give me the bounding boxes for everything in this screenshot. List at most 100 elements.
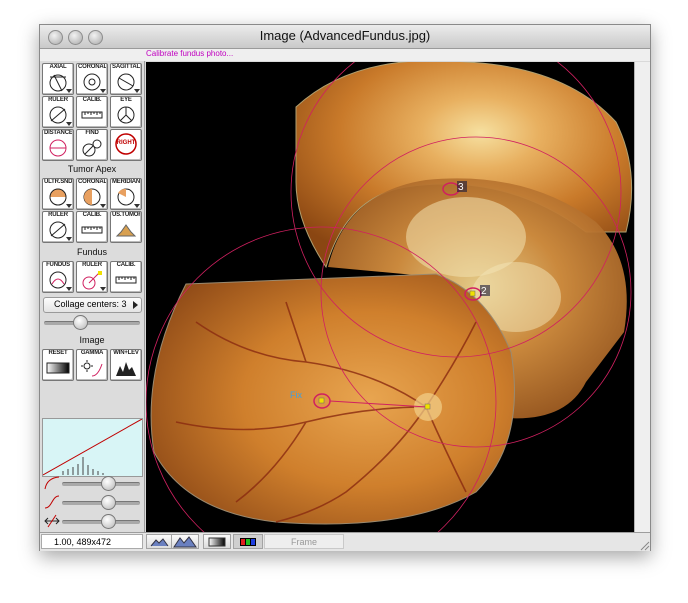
tumor-calib-tool-button[interactable]: CALIB. — [76, 211, 108, 243]
color-channels-button[interactable] — [233, 534, 263, 549]
ruler-tool-button[interactable]: RULER — [42, 96, 74, 128]
find-label: FIND — [85, 130, 99, 136]
dropdown-triangle-icon — [66, 287, 72, 291]
fundus-heading: Fundus — [76, 247, 108, 257]
contrast-slider-knob[interactable] — [101, 495, 116, 510]
tumor-coronal-tool-button[interactable]: CORONAL — [76, 178, 108, 210]
dropdown-triangle-icon — [66, 89, 72, 93]
dropdown-triangle-icon — [100, 89, 106, 93]
marker-3-label: 3 — [458, 182, 464, 193]
resize-grip-icon[interactable] — [638, 539, 650, 551]
dropdown-triangle-icon — [66, 204, 72, 208]
collage-centers-popup[interactable]: Collage centers: 3 — [43, 297, 142, 313]
eye-icon — [117, 106, 135, 124]
distance-icon — [49, 139, 67, 157]
reset-tool-button[interactable]: RESET — [42, 349, 74, 381]
sagittal-tool-button[interactable]: SAGITTAL — [110, 63, 142, 95]
gamma-tool-button[interactable]: GAMMA — [76, 349, 108, 381]
zoom-size-readout: 1.00, 489x472 — [41, 534, 143, 549]
fundus-ruler-label: RULER — [82, 262, 102, 268]
image-canvas[interactable]: 3 2 Fix — [146, 62, 634, 532]
tumor-apex-heading: Tumor Apex — [67, 164, 117, 174]
reset-gradient-icon — [46, 362, 70, 374]
coronal-label: CORONAL — [78, 64, 106, 70]
coronal-tool-button[interactable]: CORONAL — [76, 63, 108, 95]
contrast-curve-icon — [44, 495, 60, 509]
subtitle-bar: Calibrate fundus photo... — [40, 49, 650, 61]
fundus-calib-tool-button[interactable]: CALIB. — [110, 261, 142, 293]
grayscale-button[interactable] — [203, 534, 231, 549]
histogram-large-button[interactable] — [171, 534, 199, 549]
right-eye-text: RIGHT — [116, 140, 136, 146]
gamma-icon — [81, 360, 103, 377]
fundus-calib-label: CALIB. — [116, 262, 136, 268]
marker-2-label: 2 — [481, 286, 487, 297]
shift-curve-icon — [44, 514, 60, 528]
grayscale-gradient-icon — [208, 537, 226, 547]
dropdown-triangle-icon — [100, 287, 106, 291]
us-tumor-tool-button[interactable]: US.TUMOR — [110, 211, 142, 243]
eye-tool-button[interactable]: EYE — [110, 96, 142, 128]
calibrate-hint: Calibrate fundus photo... — [146, 49, 234, 58]
histogram-panel — [42, 418, 143, 477]
distance-tool-button[interactable]: DISTANCE — [42, 129, 74, 161]
rgb-channels-icon — [240, 538, 256, 546]
us-tumor-label: US.TUMOR — [112, 212, 140, 218]
gamma-curve-icon — [44, 476, 60, 490]
mountain-large-icon — [173, 536, 197, 548]
tumor-ruler-label: RULER — [48, 212, 68, 218]
window-level-icon — [116, 362, 136, 376]
marker-1-label: Fix — [290, 390, 302, 400]
tumor-calib-label: CALIB. — [82, 212, 102, 218]
window-level-label: WIN+LEV — [113, 350, 139, 356]
mountain-small-icon — [150, 538, 169, 547]
meridian-label: MERIDIAN — [112, 179, 140, 185]
histogram-chart — [42, 418, 143, 476]
find-tool-button[interactable]: FIND — [76, 129, 108, 161]
meridian-tool-button[interactable]: MERIDIAN — [110, 178, 142, 210]
calibration-scale-icon — [115, 276, 137, 284]
tool-sidebar: AXIAL CORONAL SAGITTAL RULER CALIB. EYE — [40, 61, 145, 532]
axial-label: AXIAL — [49, 64, 67, 70]
collage-slider[interactable] — [44, 321, 140, 325]
histogram-small-button[interactable] — [146, 534, 172, 549]
popup-arrow-icon — [133, 301, 138, 309]
eye-label: EYE — [120, 97, 132, 103]
fundus-collage: 3 2 Fix — [146, 62, 633, 532]
right-eye-button[interactable]: RIGHT — [110, 129, 142, 161]
ultrasound-label: ULTR.SND — [44, 179, 72, 185]
calibration-scale-icon — [81, 226, 103, 234]
window-level-tool-button[interactable]: WIN+LEV — [110, 349, 142, 381]
fundus-ruler-tool-button[interactable]: RULER — [76, 261, 108, 293]
dropdown-triangle-icon — [134, 89, 140, 93]
dropdown-triangle-icon — [134, 204, 140, 208]
reset-label: RESET — [48, 350, 68, 356]
ultrasound-tool-button[interactable]: ULTR.SND — [42, 178, 74, 210]
tumor-coronal-label: CORONAL — [78, 179, 106, 185]
distance-label: DISTANCE — [44, 130, 72, 136]
gamma-slider-knob[interactable] — [101, 476, 116, 491]
ruler-label: RULER — [48, 97, 68, 103]
collage-centers-value: Collage centers: 3 — [54, 299, 127, 309]
title-bar[interactable]: Image (AdvancedFundus.jpg) — [40, 25, 650, 49]
frame-label: Frame — [264, 534, 344, 549]
dropdown-triangle-icon — [66, 237, 72, 241]
calib-label: CALIB. — [82, 97, 102, 103]
vertical-scrollbar[interactable] — [634, 62, 650, 532]
gamma-label: GAMMA — [80, 350, 104, 356]
status-bar: 1.00, 489x472 Frame — [40, 532, 650, 551]
window-title: Image (AdvancedFundus.jpg) — [259, 28, 431, 43]
collage-slider-knob[interactable] — [73, 315, 89, 330]
tumor-ruler-tool-button[interactable]: RULER — [42, 211, 74, 243]
dropdown-triangle-icon — [100, 204, 106, 208]
calib-tool-button[interactable]: CALIB. — [76, 96, 108, 128]
axial-tool-button[interactable]: AXIAL — [42, 63, 74, 95]
find-icon — [82, 139, 102, 157]
dropdown-triangle-icon — [66, 122, 72, 126]
calibration-scale-icon — [81, 111, 103, 119]
shift-slider-knob[interactable] — [101, 514, 116, 529]
sagittal-label: SAGITTAL — [112, 64, 140, 70]
image-heading: Image — [79, 335, 105, 345]
image-window: Image (AdvancedFundus.jpg) Calibrate fun… — [39, 24, 651, 551]
fundus-tool-button[interactable]: FUNDUS — [42, 261, 74, 293]
